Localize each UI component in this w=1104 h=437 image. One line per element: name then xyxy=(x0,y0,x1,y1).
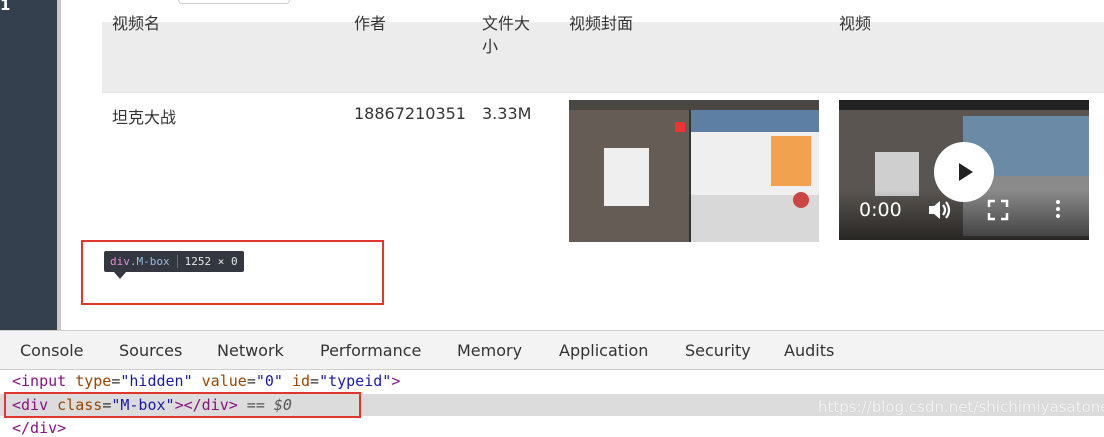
tab-sources[interactable]: Sources xyxy=(119,341,182,360)
top-button[interactable] xyxy=(178,0,290,4)
tooltip-tag: div xyxy=(110,255,130,268)
tab-memory[interactable]: Memory xyxy=(457,341,522,360)
element-tooltip: div .M-box 1252 × 0 xyxy=(104,251,244,272)
volume-icon[interactable] xyxy=(927,198,953,222)
panel-number: 1 xyxy=(0,0,11,14)
left-panel: 1 xyxy=(0,0,57,330)
header-video: 视频 xyxy=(839,14,872,33)
tooltip-arrow xyxy=(114,272,126,279)
cell-video-name: 坦克大战 xyxy=(112,108,177,127)
code-highlight-box xyxy=(4,392,361,418)
highlight-box xyxy=(81,240,384,305)
video-player[interactable]: 0:00 xyxy=(839,100,1089,240)
tooltip-class: .M-box xyxy=(129,255,170,268)
dom-node-close-div[interactable]: </div> xyxy=(12,419,66,437)
fullscreen-icon[interactable] xyxy=(987,199,1009,221)
tab-audits[interactable]: Audits xyxy=(784,341,834,360)
panel-edge xyxy=(57,0,61,330)
dom-node-input[interactable]: <input type="hidden" value="0" id="typei… xyxy=(12,372,400,390)
tab-console[interactable]: Console xyxy=(20,341,84,360)
header-video-cover: 视频封面 xyxy=(569,14,634,33)
header-video-name: 视频名 xyxy=(112,14,161,33)
tab-performance[interactable]: Performance xyxy=(320,341,421,360)
row-divider xyxy=(102,92,1104,93)
header-author: 作者 xyxy=(354,14,387,33)
play-button[interactable] xyxy=(934,142,994,202)
watermark: https://blog.csdn.net/shichimiyasatone xyxy=(818,398,1104,416)
tab-security[interactable]: Security xyxy=(685,341,751,360)
tab-network[interactable]: Network xyxy=(217,341,284,360)
tooltip-dimensions: 1252 × 0 xyxy=(184,255,238,268)
more-options-icon[interactable] xyxy=(1055,198,1061,222)
tab-application[interactable]: Application xyxy=(559,341,648,360)
cell-author: 18867210351 xyxy=(354,104,466,123)
video-cover-image xyxy=(569,100,819,242)
cell-file-size: 3.33M xyxy=(482,104,532,123)
video-time: 0:00 xyxy=(859,199,902,221)
header-file-size: 文件大小 xyxy=(482,14,531,56)
devtools-tabbar: Console Sources Network Performance Memo… xyxy=(0,331,1104,370)
